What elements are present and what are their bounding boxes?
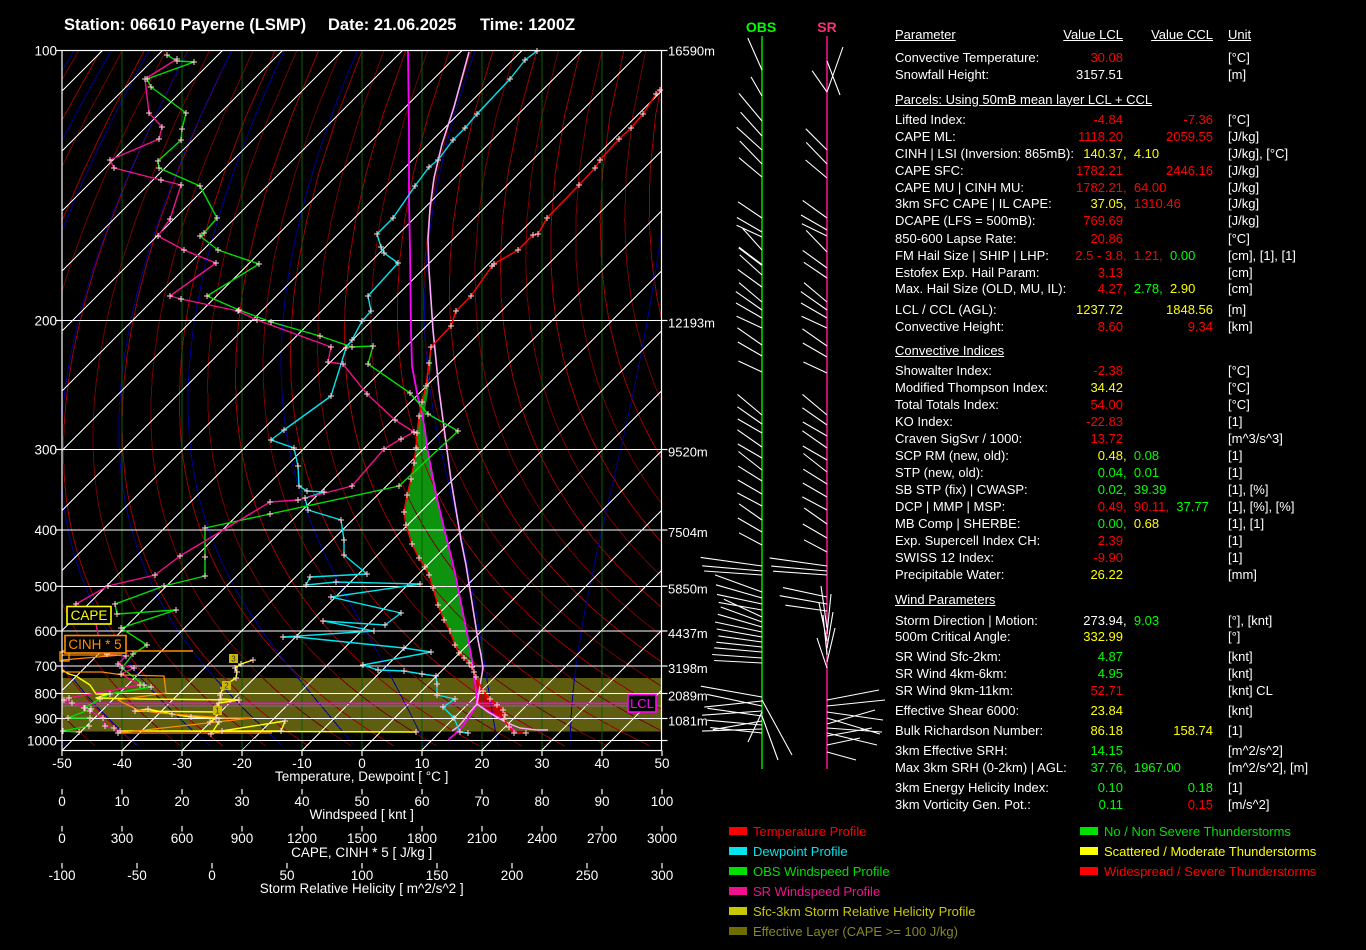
svg-text:400: 400 [34,523,57,538]
svg-text:80: 80 [534,794,549,809]
svg-text:-20: -20 [232,756,252,771]
svg-text:Time: 1200Z: Time: 1200Z [480,16,575,34]
svg-text:16590m: 16590m [668,44,715,59]
svg-text:300: 300 [34,443,57,458]
svg-text:10: 10 [114,794,129,809]
svg-text:OBS Windspeed Profile: OBS Windspeed Profile [753,864,890,879]
svg-text:SR: SR [817,19,836,35]
svg-text:Temperature, Dewpoint [ °C ]: Temperature, Dewpoint [ °C ] [275,769,448,784]
svg-text:60: 60 [414,794,429,809]
svg-text:Sfc-3km Storm Relative Helicit: Sfc-3km Storm Relative Helicity Profile [753,904,976,919]
svg-text:3198m: 3198m [668,661,708,676]
svg-text:0: 0 [58,831,66,846]
svg-text:OBS: OBS [746,19,776,35]
svg-text:30: 30 [234,794,249,809]
svg-text:2089m: 2089m [668,689,708,704]
svg-text:CAPE, CINH * 5 [ J/kg ]: CAPE, CINH * 5 [ J/kg ] [291,845,432,860]
svg-text:800: 800 [34,687,57,702]
svg-text:0: 0 [208,868,216,883]
svg-text:900: 900 [231,831,254,846]
svg-text:50: 50 [654,756,669,771]
svg-text:200: 200 [501,868,524,883]
svg-text:900: 900 [34,712,57,727]
svg-text:5850m: 5850m [668,581,708,596]
svg-text:90: 90 [594,794,609,809]
svg-text:300: 300 [651,868,674,883]
svg-text:7504m: 7504m [668,525,708,540]
svg-text:250: 250 [576,868,599,883]
svg-text:Storm Relative Helicity [ m^2: Storm Relative Helicity [ m^2/s^2 ] [260,881,464,896]
svg-text:300: 300 [111,831,134,846]
svg-text:100: 100 [34,44,57,59]
svg-text:1: 1 [215,707,220,716]
svg-text:No / Non Severe Thunderstorms: No / Non Severe Thunderstorms [1104,824,1291,839]
svg-text:1500: 1500 [347,831,377,846]
svg-text:-40: -40 [112,756,132,771]
svg-text:2100: 2100 [467,831,497,846]
svg-text:1200: 1200 [287,831,317,846]
svg-text:40: 40 [294,794,309,809]
svg-text:Effective Layer (CAPE >= 100 J: Effective Layer (CAPE >= 100 J/kg) [753,924,958,939]
svg-text:SR Windspeed Profile: SR Windspeed Profile [753,884,880,899]
svg-text:-50: -50 [52,756,72,771]
svg-text:Scattered / Moderate Thunderst: Scattered / Moderate Thunderstorms [1104,844,1317,859]
svg-text:Windspeed [ knt ]: Windspeed [ knt ] [310,807,414,822]
svg-text:LCL: LCL [630,696,654,711]
svg-text:CAPE: CAPE [71,608,108,623]
svg-text:9520m: 9520m [668,445,708,460]
svg-text:20: 20 [474,756,489,771]
svg-text:1000: 1000 [27,734,57,749]
svg-text:3000: 3000 [647,831,677,846]
svg-text:-30: -30 [172,756,192,771]
svg-text:0: 0 [58,794,66,809]
svg-text:2400: 2400 [527,831,557,846]
svg-text:600: 600 [34,624,57,639]
svg-text:12193m: 12193m [668,316,715,331]
svg-text:1800: 1800 [407,831,437,846]
svg-text:-100: -100 [48,868,75,883]
svg-text:20: 20 [174,794,189,809]
svg-text:100: 100 [651,794,674,809]
svg-text:200: 200 [34,314,57,329]
svg-text:2: 2 [224,682,229,691]
svg-text:700: 700 [34,659,57,674]
svg-text:2700: 2700 [587,831,617,846]
svg-text:30: 30 [534,756,549,771]
svg-text:Temperature Profile: Temperature Profile [753,824,866,839]
svg-text:Date: 21.06.2025: Date: 21.06.2025 [328,16,456,34]
svg-text:-50: -50 [127,868,147,883]
svg-text:1081m: 1081m [668,714,708,729]
svg-text:CINH * 5: CINH * 5 [68,637,121,652]
svg-text:70: 70 [474,794,489,809]
svg-text:4437m: 4437m [668,626,708,641]
svg-text:Dewpoint Profile: Dewpoint Profile [753,844,848,859]
svg-text:Widespread / Severe Thundersto: Widespread / Severe Thunderstorms [1104,864,1317,879]
svg-text:600: 600 [171,831,194,846]
svg-text:40: 40 [594,756,609,771]
svg-text:500: 500 [34,579,57,594]
svg-text:3: 3 [231,655,236,664]
svg-text:Station: 06610 Payerne (LSMP): Station: 06610 Payerne (LSMP) [64,16,306,34]
